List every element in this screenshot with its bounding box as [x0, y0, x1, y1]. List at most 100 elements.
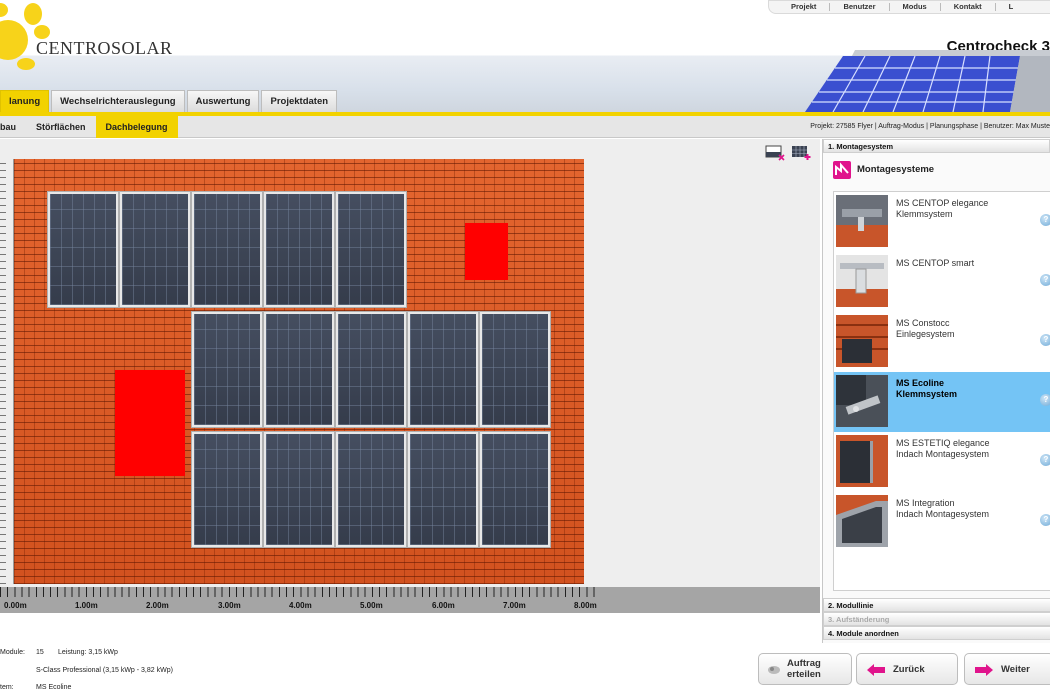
- arrow-right-icon: [975, 664, 993, 676]
- roof-planning-canvas[interactable]: 0.00m 1.00m 2.00m 3.00m 4.00m 5.00m 6.00…: [0, 139, 820, 613]
- info-icon[interactable]: ?: [1040, 274, 1050, 286]
- pv-module[interactable]: [263, 191, 335, 308]
- logo-text: CENTROSOLAR: [36, 38, 173, 58]
- pv-module[interactable]: [263, 431, 335, 548]
- info-icon[interactable]: ?: [1040, 514, 1050, 526]
- system-description: Indach Montagesystem: [896, 449, 990, 459]
- pv-module[interactable]: [191, 431, 263, 548]
- tab-wechselrichterauslegung[interactable]: Wechselrichterauslegung: [51, 90, 185, 112]
- obstacle-area[interactable]: [115, 370, 185, 476]
- step-montagesystem[interactable]: 1. Montagesystem: [823, 139, 1050, 153]
- pv-module[interactable]: [335, 191, 407, 308]
- pv-module[interactable]: [47, 191, 119, 308]
- ruler-label: 1.00m: [75, 601, 98, 610]
- system-name: MS ESTETIQ elegance: [896, 438, 990, 448]
- pv-module[interactable]: [335, 431, 407, 548]
- subtab-stoerflaechen[interactable]: Störflächen: [26, 116, 96, 138]
- place-order-label: Auftrag erteilen: [787, 658, 821, 680]
- footer: Module: 15 Leistung: 3,15 kWp S-Class Pr…: [0, 643, 1050, 700]
- place-order-button[interactable]: Auftrag erteilen: [758, 653, 852, 685]
- power-value: Leistung: 3,15 kWp: [58, 649, 118, 656]
- order-icon: [768, 666, 780, 674]
- list-item[interactable]: MS Integration Indach Montagesystem ?: [834, 492, 1050, 552]
- info-icon[interactable]: ?: [1040, 454, 1050, 466]
- tab-projektdaten[interactable]: Projektdaten: [261, 90, 338, 112]
- pv-module[interactable]: [335, 311, 407, 428]
- subtab-aufbau[interactable]: bau: [0, 116, 26, 138]
- info-icon[interactable]: ?: [1040, 334, 1050, 346]
- pv-module[interactable]: [191, 311, 263, 428]
- pv-module[interactable]: [479, 431, 551, 548]
- mounting-system-list: MS CENTOP elegance Klemmsystem ? MS CENT…: [833, 191, 1050, 591]
- pv-module[interactable]: [407, 431, 479, 548]
- next-label: Weiter: [1001, 663, 1030, 675]
- list-item[interactable]: MS CENTOP elegance Klemmsystem ?: [834, 192, 1050, 252]
- back-label: Zurück: [893, 663, 925, 675]
- project-info: Projekt: 27585 Flyer | Auftrag-Modus | P…: [810, 123, 1050, 130]
- system-value: MS Ecoline: [36, 684, 72, 691]
- step-modullinie[interactable]: 2. Modullinie: [823, 598, 1050, 612]
- info-icon[interactable]: ?: [1040, 394, 1050, 406]
- top-navigation: Projekt Benutzer Modus Kontakt L: [768, 0, 1050, 14]
- subtab-dachbelegung[interactable]: Dachbelegung: [95, 116, 178, 138]
- section-header: Montagesysteme: [823, 153, 1050, 183]
- roof-area[interactable]: [14, 159, 584, 584]
- back-button[interactable]: Zurück: [856, 653, 958, 685]
- system-name: MS CENTOP elegance: [896, 198, 989, 208]
- nav-language[interactable]: L: [996, 3, 1027, 11]
- obstacle-area[interactable]: [465, 223, 508, 280]
- ruler-label: 6.00m: [432, 601, 455, 610]
- system-description: Indach Montagesystem: [896, 509, 990, 519]
- ruler-label: 8.00m: [574, 601, 597, 610]
- integration-image: [836, 495, 888, 547]
- system-label: tem:: [0, 684, 14, 691]
- mounting-system-icon: [833, 161, 851, 179]
- centop-elegance-image: [836, 195, 888, 247]
- list-item[interactable]: MS Constocc Einlegesystem ?: [834, 312, 1050, 372]
- ruler-label: 7.00m: [503, 601, 526, 610]
- header: CENTROSOLAR Projekt Benutzer Modus Konta…: [0, 0, 1050, 112]
- tab-auswertung[interactable]: Auswertung: [186, 90, 260, 112]
- next-button[interactable]: Weiter: [964, 653, 1050, 685]
- system-description: Klemmsystem: [896, 389, 958, 399]
- system-name: MS Ecoline: [896, 378, 945, 388]
- centop-smart-image: [836, 255, 888, 307]
- ruler-label: 3.00m: [218, 601, 241, 610]
- horizontal-ruler: 0.00m 1.00m 2.00m 3.00m 4.00m 5.00m 6.00…: [0, 587, 820, 613]
- add-modules-icon[interactable]: [791, 145, 811, 161]
- ecoline-image: [836, 375, 888, 427]
- ruler-label: 5.00m: [360, 601, 383, 610]
- nav-modus[interactable]: Modus: [890, 3, 941, 11]
- nav-benutzer[interactable]: Benutzer: [830, 3, 890, 11]
- ruler-label: 4.00m: [289, 601, 312, 610]
- tab-planung[interactable]: lanung: [0, 90, 50, 112]
- pv-module[interactable]: [479, 311, 551, 428]
- constocc-image: [836, 315, 888, 367]
- list-item[interactable]: MS CENTOP smart ?: [834, 252, 1050, 312]
- list-item[interactable]: MS ESTETIQ elegance Indach Montagesystem…: [834, 432, 1050, 492]
- system-name: MS Constocc: [896, 318, 950, 328]
- pv-module[interactable]: [191, 191, 263, 308]
- section-title: Montagesysteme: [857, 164, 935, 175]
- arrow-left-icon: [867, 664, 885, 676]
- pv-module[interactable]: [119, 191, 191, 308]
- info-icon[interactable]: ?: [1040, 214, 1050, 226]
- sub-tabs: bau Störflächen Dachbelegung: [0, 116, 178, 138]
- header-solar-panel-image: [805, 50, 1050, 112]
- main-tabs: lanung Wechselrichterauslegung Auswertun…: [0, 90, 339, 112]
- select-area-icon[interactable]: [765, 145, 785, 161]
- remaining-steps: 2. Modullinie 3. Aufständerung 4. Module…: [823, 598, 1050, 640]
- app-window: CENTROSOLAR Projekt Benutzer Modus Konta…: [0, 0, 1050, 700]
- canvas-toolbar: [765, 145, 811, 161]
- step-module-anordnen[interactable]: 4. Module anordnen: [823, 626, 1050, 640]
- estetiq-elegance-image: [836, 435, 888, 487]
- pv-module[interactable]: [407, 311, 479, 428]
- list-item-selected[interactable]: MS Ecoline Klemmsystem ?: [834, 372, 1050, 432]
- subtab-bar: bau Störflächen Dachbelegung Projekt: 27…: [0, 116, 1050, 138]
- system-name: MS CENTOP smart: [896, 258, 975, 268]
- system-description: Klemmsystem: [896, 209, 953, 219]
- pv-module[interactable]: [263, 311, 335, 428]
- configuration-panel: 1. Montagesystem Montagesysteme MS CENTO…: [822, 139, 1050, 643]
- nav-kontakt[interactable]: Kontakt: [941, 3, 996, 11]
- nav-projekt[interactable]: Projekt: [769, 3, 831, 11]
